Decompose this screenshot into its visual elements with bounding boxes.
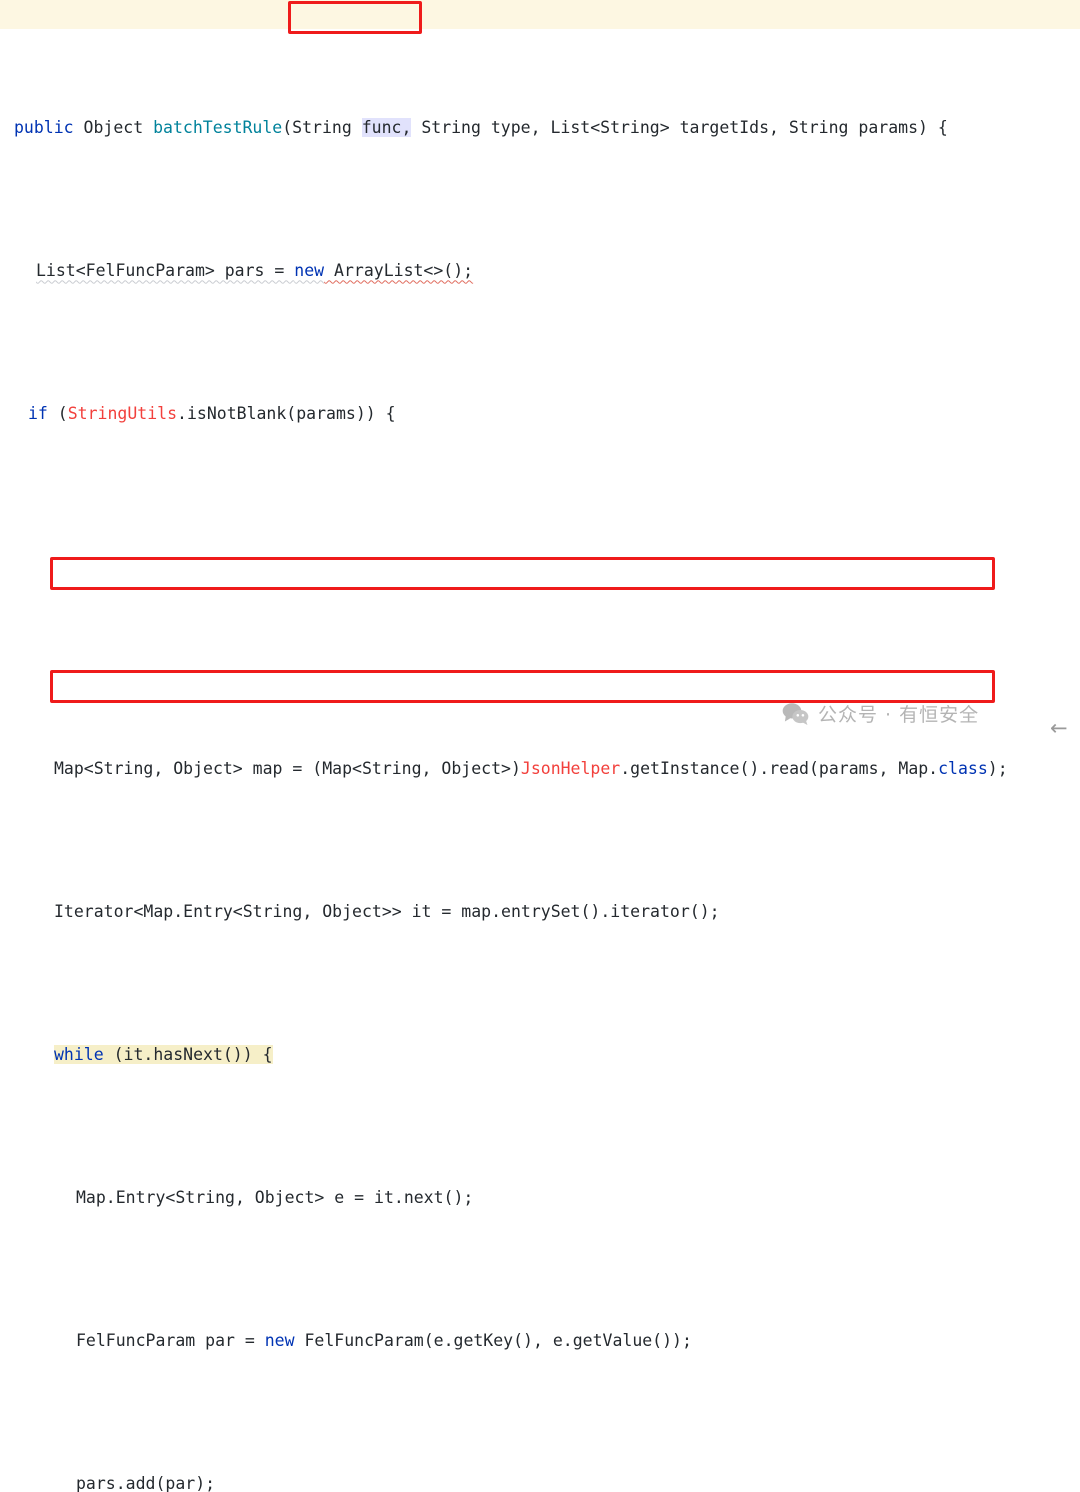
token-text: pars.add(par); xyxy=(76,1474,216,1492)
token-text: ); xyxy=(987,759,1008,779)
code-content[interactable]: public Object batchTestRule(String func,… xyxy=(0,0,1080,1492)
token-text: .getInstance().read(params, Map. xyxy=(620,759,939,779)
token-text: (it.hasNext()) { xyxy=(103,1045,273,1065)
code-line[interactable]: Iterator<Map.Entry<String, Object>> it =… xyxy=(0,898,1080,927)
watermark: 公众号 · 有恒安全 xyxy=(782,700,979,727)
token-class-stringutils: StringUtils xyxy=(67,404,178,424)
code-line[interactable]: if (StringUtils.isNotBlank(params)) { xyxy=(0,400,1080,429)
token-text: Map<String, Object> map = (Map<String, O… xyxy=(54,759,521,779)
token-keyword-new: new xyxy=(264,1331,295,1351)
token-text: FelFuncParam par = xyxy=(76,1331,265,1351)
token-keyword-while: while xyxy=(54,1045,104,1065)
token-type-object: Object xyxy=(83,118,144,138)
token-keyword-class: class xyxy=(938,759,988,779)
token-text: .isNotBlank(params)) { xyxy=(177,404,396,424)
code-line[interactable]: public Object batchTestRule(String func,… xyxy=(0,114,1080,143)
token-param1-name: func, xyxy=(361,118,412,138)
code-line[interactable]: Map.Entry<String, Object> e = it.next(); xyxy=(0,1184,1080,1213)
arrow-left-wrap-icon: ← xyxy=(1050,716,1068,740)
code-line[interactable]: Map<String, Object> map = (Map<String, O… xyxy=(0,755,1080,784)
token-paren-open: ( xyxy=(282,118,293,138)
code-line[interactable]: FelFuncParam par = new FelFuncParam(e.ge… xyxy=(0,1327,1080,1356)
code-line[interactable]: while (it.hasNext()) { xyxy=(0,1041,1080,1070)
wechat-bubble-icon xyxy=(782,703,809,725)
token-class-jsonhelper: JsonHelper xyxy=(520,759,621,779)
token-text: Iterator<Map.Entry<String, Object>> it =… xyxy=(54,902,720,922)
token-text: FelFuncParam(e.getKey(), e.getValue()); xyxy=(294,1331,692,1351)
token-param-rest: String type, List<String> targetIds, Str… xyxy=(411,118,948,138)
token-text: Map.Entry<String, Object> e = it.next(); xyxy=(76,1188,474,1208)
token-text: List<FelFuncParam> pars = xyxy=(36,261,295,281)
token-keyword-if: if xyxy=(28,404,48,424)
code-line[interactable]: pars.add(par); xyxy=(0,1470,1080,1492)
code-line-blank[interactable] xyxy=(0,629,1080,641)
watermark-text: 公众号 · 有恒安全 xyxy=(818,704,980,726)
token-param1-type: String xyxy=(292,118,352,138)
code-line-blank[interactable] xyxy=(0,543,1080,572)
token-text: ArrayList<>(); xyxy=(324,261,474,281)
token-text: ( xyxy=(47,404,68,424)
code-editor-viewport[interactable]: public Object batchTestRule(String func,… xyxy=(0,0,1080,1492)
token-keyword-public: public xyxy=(14,118,74,138)
token-keyword-new: new xyxy=(294,261,325,281)
token-method-name: batchTestRule xyxy=(153,118,283,138)
code-line[interactable]: List<FelFuncParam> pars = new ArrayList<… xyxy=(0,257,1080,286)
